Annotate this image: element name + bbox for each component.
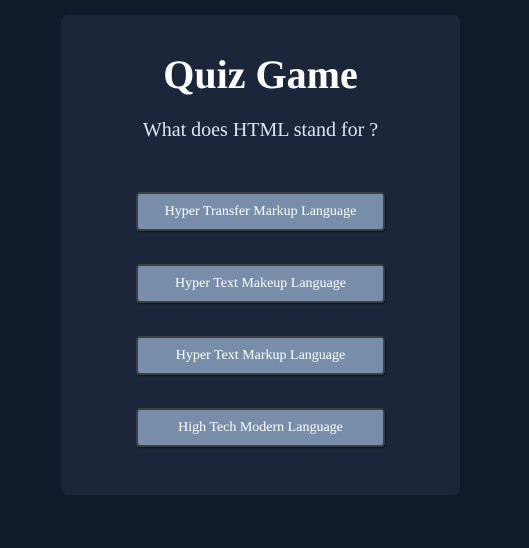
answer-button-4[interactable]: High Tech Modern Language — [136, 408, 385, 447]
answer-button-3[interactable]: Hyper Text Markup Language — [136, 336, 385, 375]
quiz-card: Quiz Game What does HTML stand for ? Hyp… — [61, 15, 460, 495]
quiz-title: Quiz Game — [163, 52, 358, 97]
answer-button-1[interactable]: Hyper Transfer Markup Language — [136, 192, 385, 231]
answer-button-2[interactable]: Hyper Text Makeup Language — [136, 264, 385, 303]
question-text: What does HTML stand for ? — [142, 119, 379, 141]
